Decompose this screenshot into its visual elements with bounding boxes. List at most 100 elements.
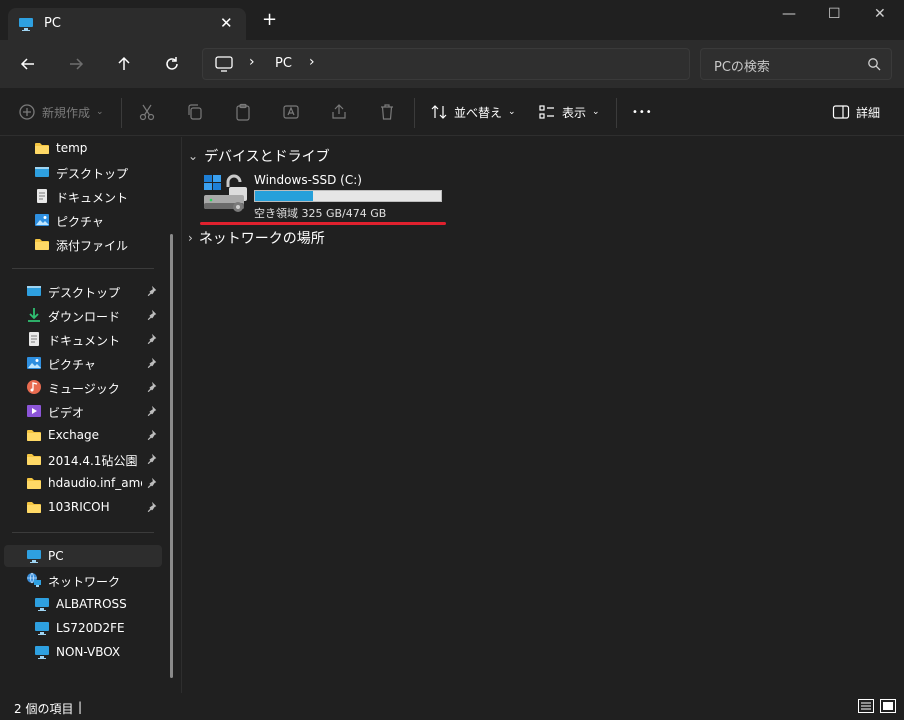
- folder-icon: [35, 143, 49, 154]
- pin-icon[interactable]: [146, 333, 158, 345]
- view-list-icon: [539, 105, 554, 119]
- new-tab-button[interactable]: +: [262, 11, 277, 29]
- sidebar-network-host-2[interactable]: NON-VBOX: [4, 641, 162, 663]
- desktop-icon: [27, 286, 41, 296]
- share-button[interactable]: [330, 102, 348, 122]
- more-options-button[interactable]: •••: [632, 102, 653, 122]
- toolbar-divider: [414, 98, 415, 128]
- group-title: ネットワークの場所: [198, 231, 325, 247]
- chevron-down-icon: ⌄: [96, 107, 104, 117]
- chevron-down-icon: ⌄: [508, 107, 516, 117]
- tiles-view-icon[interactable]: [880, 699, 896, 713]
- folder-icon: [27, 454, 41, 465]
- cut-button[interactable]: [138, 102, 156, 122]
- tab-close-icon[interactable]: ✕: [220, 14, 233, 32]
- pin-icon[interactable]: [146, 309, 158, 321]
- sidebar-scrollbar[interactable]: [170, 234, 173, 678]
- sidebar-item-label: 103RICOH: [48, 500, 110, 514]
- sidebar-network-host-0[interactable]: ALBATROSS: [4, 593, 162, 615]
- refresh-button[interactable]: [160, 52, 184, 76]
- back-button[interactable]: [16, 52, 40, 76]
- toolbar-divider: [616, 98, 617, 128]
- paste-button[interactable]: [234, 102, 252, 122]
- red-underline-annotation: [200, 222, 446, 225]
- music-icon: [27, 380, 41, 394]
- details-pane-button[interactable]: 詳細: [832, 102, 880, 122]
- rename-button[interactable]: [282, 102, 300, 122]
- pin-icon[interactable]: [146, 405, 158, 417]
- sidebar-subitem-2[interactable]: ドキュメント: [4, 185, 162, 207]
- sidebar-item-label: ミュージック: [48, 382, 120, 396]
- tab-title: PC: [44, 16, 61, 31]
- sidebar-divider: [12, 268, 154, 269]
- forward-button[interactable]: [64, 52, 88, 76]
- folder-icon: [27, 430, 41, 441]
- sidebar-item-label: ネットワーク: [48, 575, 121, 589]
- tab-pc[interactable]: PC ✕: [8, 8, 246, 40]
- monitor-icon: [215, 56, 233, 72]
- item-count: 2 個の項目: [14, 702, 74, 716]
- sidebar-item-label: ドキュメント: [56, 191, 129, 205]
- drive-name: Windows-SSD (C:): [254, 173, 362, 187]
- breadcrumb-pc[interactable]: PC: [275, 56, 292, 71]
- pin-icon[interactable]: [146, 285, 158, 297]
- close-button[interactable]: ✕: [874, 6, 886, 22]
- sidebar-pinned-item-3[interactable]: ピクチャ: [4, 352, 162, 374]
- content-area: ⌄ デバイスとドライブ Windows-SSD (C:) 空き領域 325 GB…: [182, 137, 904, 693]
- host-icon: [35, 622, 49, 635]
- sidebar-pinned-item-4[interactable]: ミュージック: [4, 376, 162, 398]
- pin-icon[interactable]: [146, 477, 158, 489]
- address-bar[interactable]: › PC ›: [202, 48, 690, 80]
- address-row: › PC › PCの検索: [0, 40, 904, 88]
- drive-item-c[interactable]: Windows-SSD (C:) 空き領域 325 GB/474 GB: [200, 170, 450, 220]
- chevron-right-icon[interactable]: ›: [249, 54, 255, 70]
- group-devices-drives[interactable]: ⌄ デバイスとドライブ: [188, 146, 330, 166]
- sidebar-pinned-item-8[interactable]: hdaudio.inf_amd64: [4, 472, 162, 494]
- maximize-button[interactable]: ☐: [828, 6, 841, 22]
- sidebar-subitem-3[interactable]: ピクチャ: [4, 209, 162, 231]
- pin-icon[interactable]: [146, 429, 158, 441]
- sidebar-item-label: NON-VBOX: [56, 645, 121, 659]
- sidebar-pinned-item-9[interactable]: 103RICOH: [4, 496, 162, 518]
- chevron-right-icon[interactable]: ›: [309, 54, 315, 70]
- desktop-icon: [35, 167, 49, 177]
- sidebar-item-label: ドキュメント: [48, 334, 121, 348]
- sidebar-item-label: LS720D2FE: [56, 621, 125, 635]
- sidebar-subitem-1[interactable]: デスクトップ: [4, 161, 162, 183]
- sidebar-item-pc[interactable]: PC: [4, 545, 162, 567]
- plus-circle-icon: [19, 104, 35, 120]
- sidebar-item-label: デスクトップ: [56, 167, 129, 181]
- search-input[interactable]: PCの検索: [700, 48, 892, 80]
- delete-button[interactable]: [378, 102, 396, 122]
- sidebar-pinned-item-2[interactable]: ドキュメント: [4, 328, 162, 350]
- details-pane-icon: [832, 105, 850, 119]
- pin-icon[interactable]: [146, 453, 158, 465]
- chevron-right-icon: ›: [188, 231, 193, 245]
- folder-icon: [27, 478, 41, 489]
- sidebar-pinned-item-5[interactable]: ビデオ: [4, 400, 162, 422]
- sidebar-item-label: ピクチャ: [48, 358, 96, 372]
- copy-button[interactable]: [186, 102, 204, 122]
- sidebar-item-network[interactable]: ネットワーク: [4, 569, 162, 591]
- arrow-right-icon: [70, 58, 84, 70]
- sidebar-item-label: ALBATROSS: [56, 597, 127, 611]
- pin-icon[interactable]: [146, 357, 158, 369]
- up-button[interactable]: [112, 52, 136, 76]
- pin-icon[interactable]: [146, 501, 158, 513]
- group-network-locations[interactable]: › ネットワークの場所: [188, 228, 325, 248]
- sidebar-pinned-item-7[interactable]: 2014.4.1砧公園: [4, 448, 162, 470]
- sidebar-pinned-item-0[interactable]: デスクトップ: [4, 280, 162, 302]
- drive-usage-bar: [254, 190, 442, 202]
- sort-button[interactable]: 並べ替え ⌄: [430, 102, 516, 122]
- new-button[interactable]: 新規作成 ⌄: [18, 102, 104, 122]
- sidebar-subitem-0[interactable]: temp: [4, 137, 162, 159]
- sidebar-subitem-4[interactable]: 添付ファイル: [4, 233, 162, 255]
- sidebar-item-label: PC: [48, 549, 64, 563]
- minimize-button[interactable]: —: [782, 6, 796, 22]
- pin-icon[interactable]: [146, 381, 158, 393]
- sidebar-network-host-1[interactable]: LS720D2FE: [4, 617, 162, 639]
- sidebar-pinned-item-1[interactable]: ダウンロード: [4, 304, 162, 326]
- details-view-icon[interactable]: [858, 699, 874, 713]
- view-button[interactable]: 表示 ⌄: [538, 102, 600, 122]
- sidebar-pinned-item-6[interactable]: Exchage: [4, 424, 162, 446]
